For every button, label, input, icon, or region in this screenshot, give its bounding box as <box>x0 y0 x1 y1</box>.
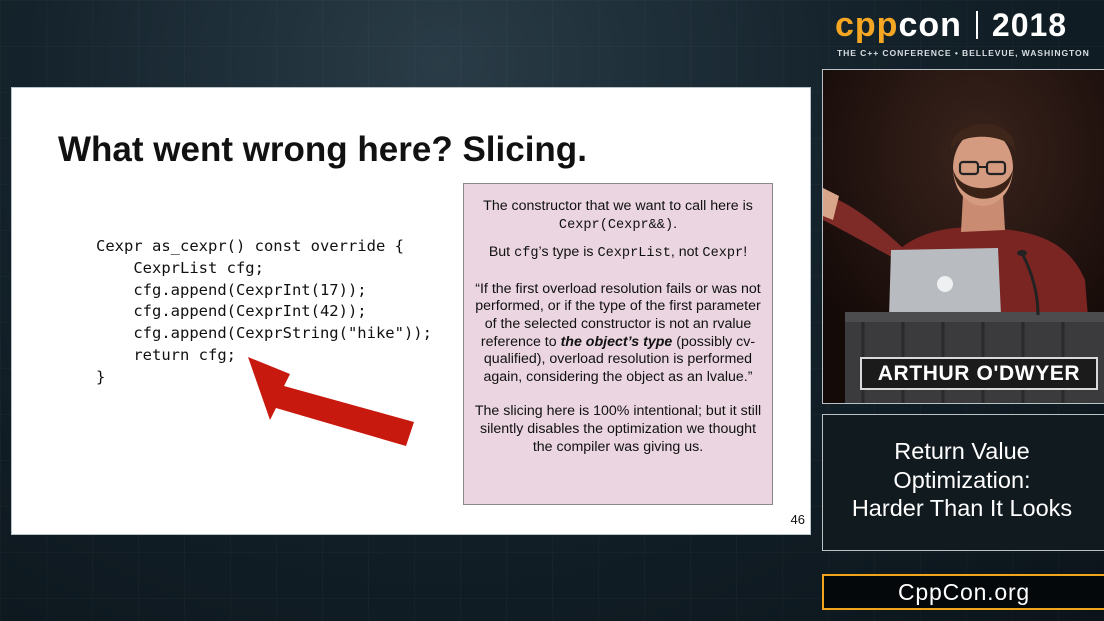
note-text: ! <box>743 244 748 261</box>
code-line: cfg.append(CexprInt(42)); <box>96 302 367 321</box>
presentation-slide: What went wrong here? Slicing. Cexpr as_… <box>11 87 811 535</box>
red-arrow-icon <box>248 357 414 446</box>
talk-title: Return Value Optimization: Harder Than I… <box>823 437 1101 523</box>
note-paragraph-type: But cfg’s type is CexprList, not Cexpr! <box>474 244 762 263</box>
code-line: cfg.append(CexprString("hike")); <box>96 324 432 343</box>
inline-code: CexprList <box>597 246 671 262</box>
note-paragraph-conclusion: The slicing here is 100% intentional; bu… <box>474 403 762 455</box>
note-paragraph-constructor: The constructor that we want to call her… <box>474 198 762 234</box>
talk-title-panel: Return Value Optimization: Harder Than I… <box>822 414 1104 551</box>
slide-title: What went wrong here? Slicing. <box>58 130 587 169</box>
inline-code: cfg <box>514 246 539 262</box>
inline-code: Cexpr(Cexpr&&) <box>558 217 674 233</box>
explanation-note-box: The constructor that we want to call her… <box>463 183 773 505</box>
logo-divider <box>975 11 978 39</box>
talk-title-line: Harder Than It Looks <box>851 495 1073 522</box>
cppcon-logo: cpp con 2018 THE C++ CONFERENCE • BELLEVU… <box>835 6 1095 62</box>
note-text: . <box>673 215 678 232</box>
inline-code: Cexpr <box>702 246 744 262</box>
conference-website: CppCon.org <box>822 574 1104 610</box>
code-line: cfg.append(CexprInt(17)); <box>96 280 367 299</box>
note-emphasis: the object’s type <box>560 333 673 350</box>
code-line: Cexpr as_cexpr() const override { <box>96 237 404 255</box>
note-text: But <box>488 244 511 261</box>
logo-con-text: con <box>898 5 962 44</box>
logo-wordmark: cpp con 2018 <box>835 6 1067 44</box>
code-line: CexprList cfg; <box>96 258 264 277</box>
speaker-video <box>822 69 1104 404</box>
logo-tagline: THE C++ CONFERENCE • BELLEVUE, WASHINGTO… <box>837 48 1090 58</box>
talk-title-line: Return Value <box>894 438 1030 464</box>
note-paragraph-quote: “If the first overload resolution fails … <box>474 281 762 387</box>
note-text: ’s type is <box>538 244 594 261</box>
speaker-name-plate: ARTHUR O'DWYER <box>860 357 1098 390</box>
logo-cpp-text: cpp <box>835 5 899 44</box>
logo-year: 2018 <box>991 6 1068 43</box>
speaker-video-illustration <box>823 70 1104 403</box>
note-text: The constructor that we want to call her… <box>483 198 753 214</box>
slide-page-number: 46 <box>790 512 805 527</box>
note-text: , not <box>670 244 699 261</box>
talk-title-line: Optimization: <box>893 466 1031 493</box>
